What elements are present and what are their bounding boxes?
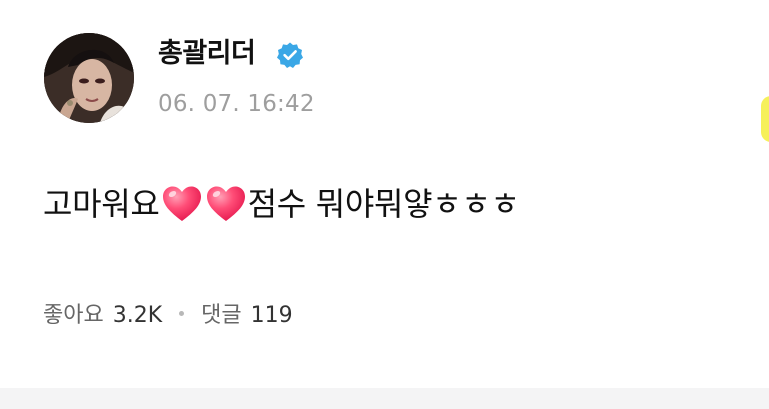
likes-button[interactable]: 좋아요 3.2K xyxy=(43,297,162,329)
verified-badge-icon xyxy=(277,42,303,68)
avatar-image xyxy=(44,33,134,123)
heart-icon xyxy=(160,182,204,226)
author-name[interactable]: 총괄리더 xyxy=(158,36,256,72)
post-stats: 좋아요 3.2K 댓글 119 xyxy=(43,294,293,332)
likes-count: 3.2K xyxy=(112,303,163,328)
avatar[interactable] xyxy=(44,33,134,123)
comments-label: 댓글 xyxy=(201,303,242,328)
heart-icon xyxy=(204,182,248,226)
post-text-part-1: 고마워요 xyxy=(43,185,160,223)
post-card: 총괄리더 06. 07. 16:42 고마워요 점수 뭐야뭐얗ㅎㅎㅎ 좋아요 3… xyxy=(0,0,769,409)
comments-button[interactable]: 댓글 119 xyxy=(201,297,292,329)
edge-accent xyxy=(761,96,769,142)
section-divider xyxy=(0,388,769,409)
post-text-part-2: 점수 뭐야뭐얗ㅎㅎㅎ xyxy=(247,185,520,223)
post-text: 고마워요 점수 뭐야뭐얗ㅎㅎㅎ xyxy=(43,178,520,230)
comments-count: 119 xyxy=(250,303,293,328)
likes-label: 좋아요 xyxy=(43,303,104,328)
separator-dot xyxy=(179,310,185,316)
post-timestamp: 06. 07. 16:42 xyxy=(158,91,315,117)
